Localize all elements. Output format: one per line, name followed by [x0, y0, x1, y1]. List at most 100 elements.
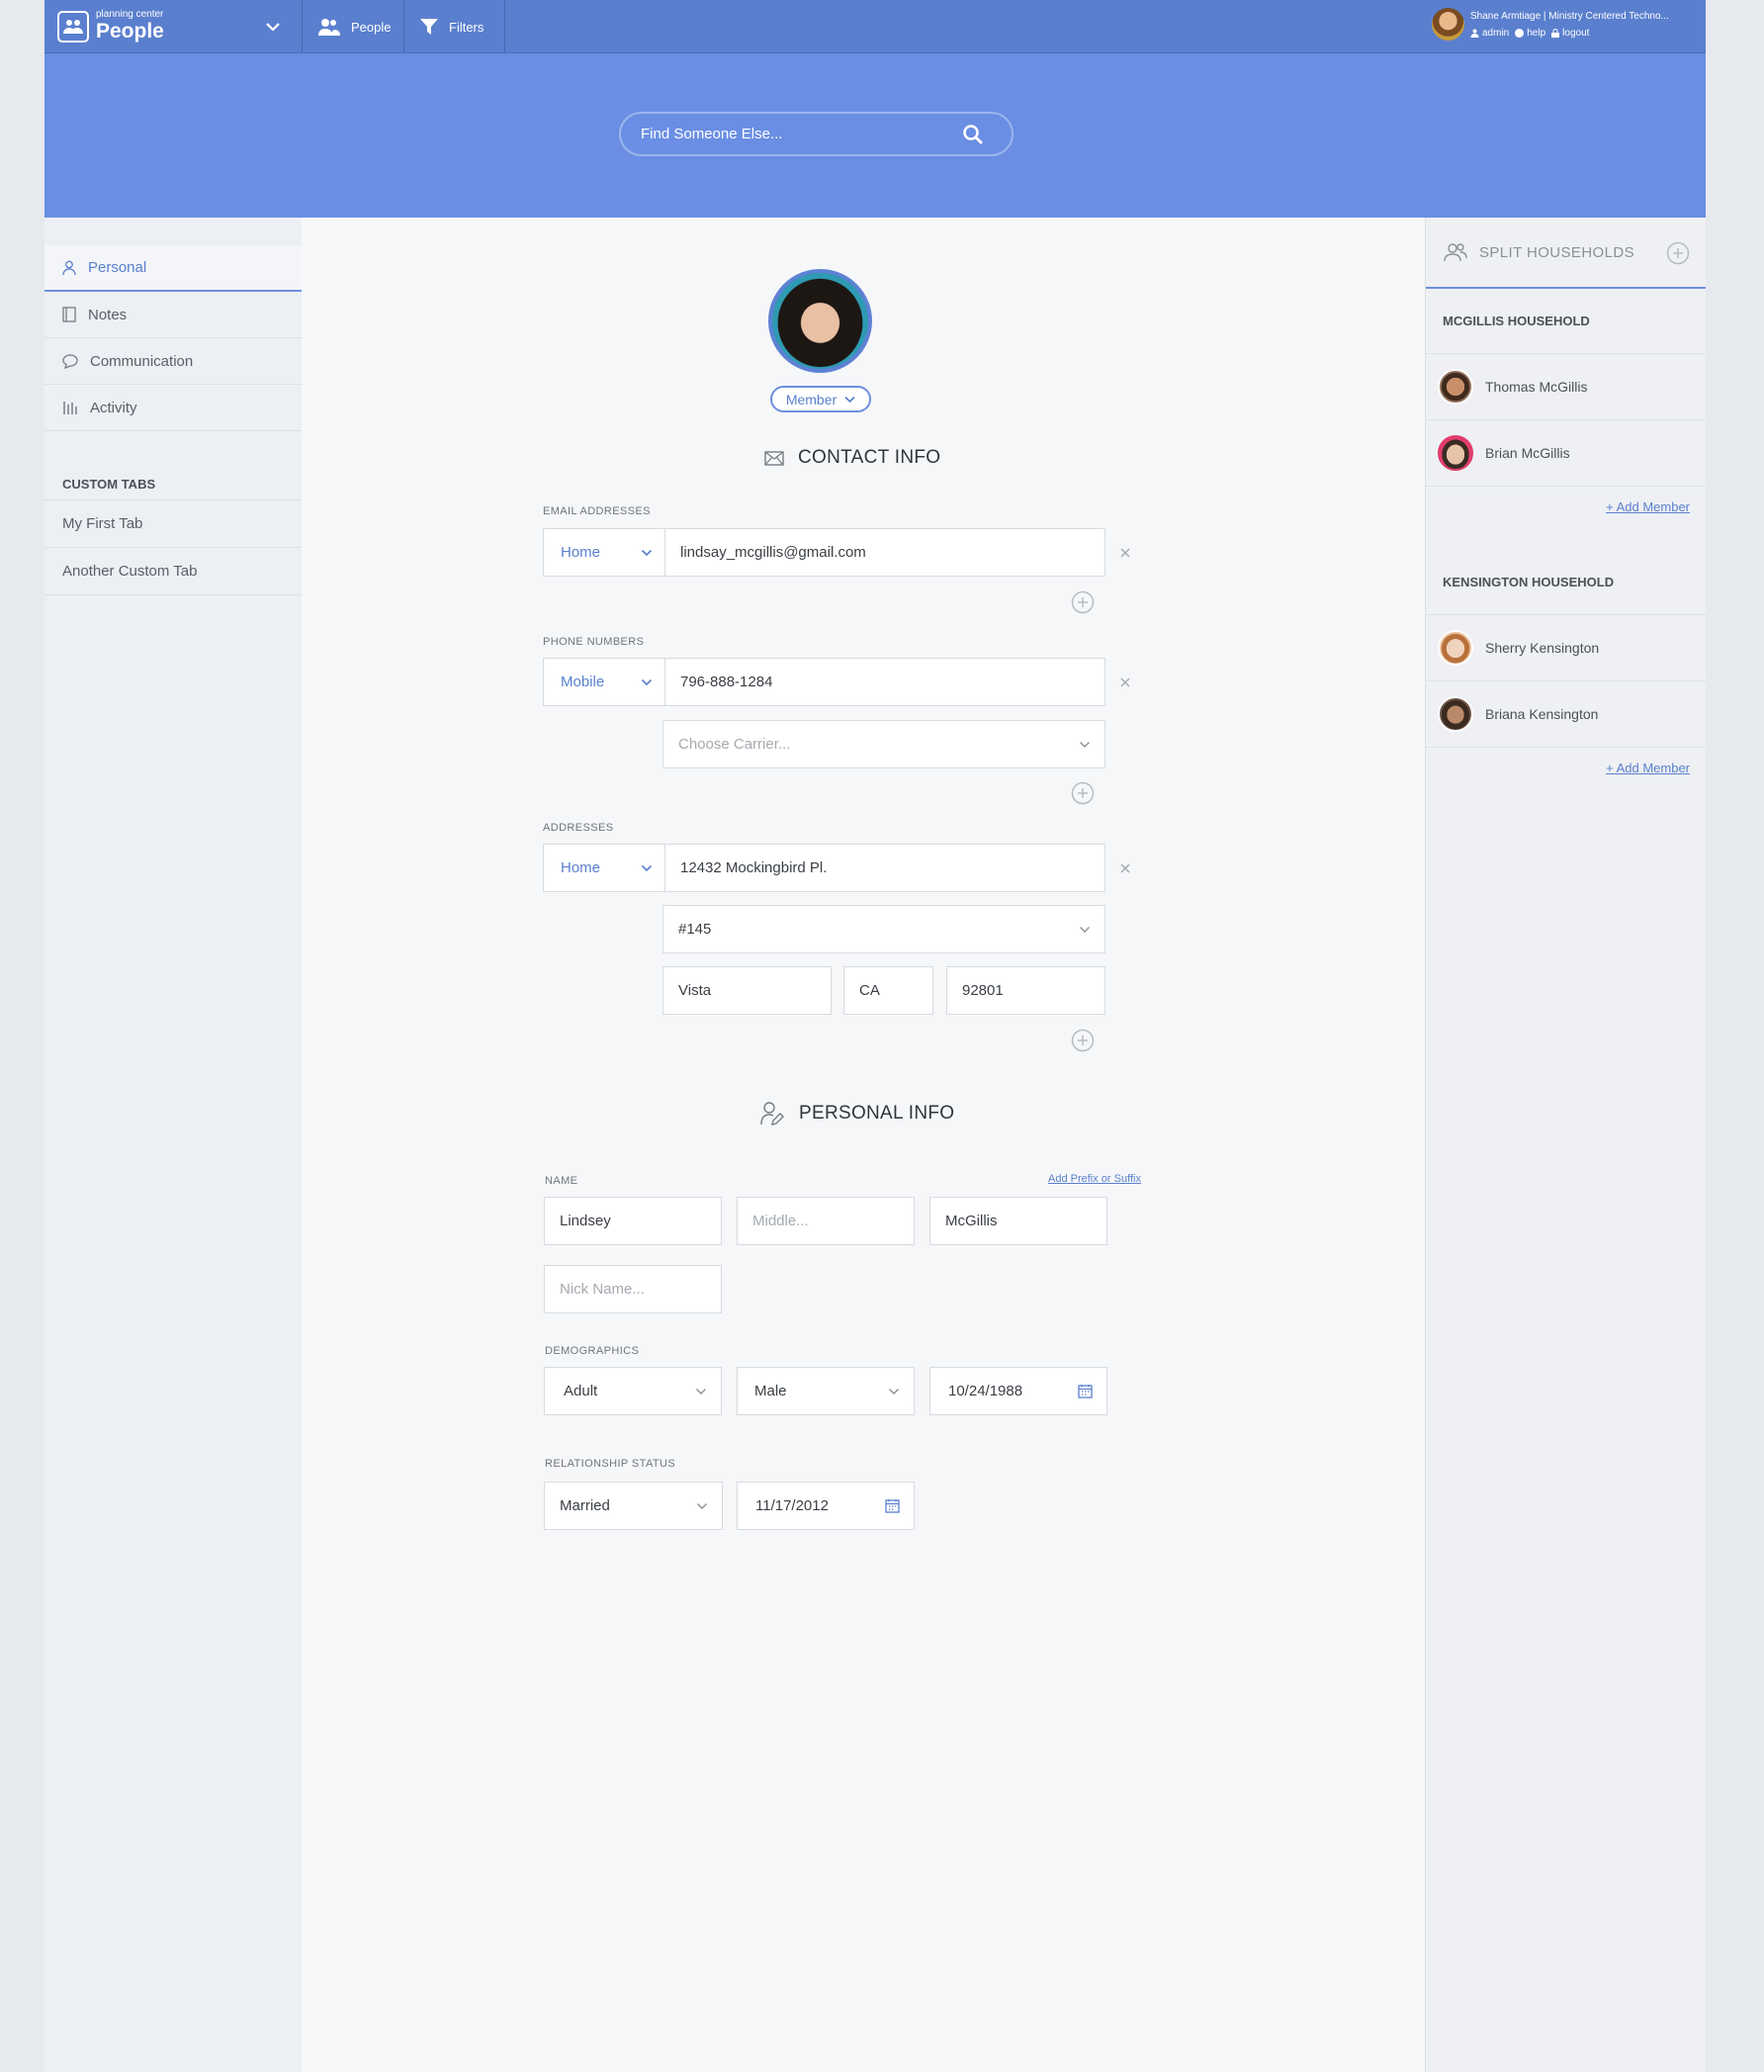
split-households-header: SPLIT HOUSEHOLDS — [1426, 218, 1706, 289]
user-avatar[interactable] — [1432, 8, 1464, 41]
carrier-placeholder: Choose Carrier... — [678, 736, 791, 753]
person-icon — [62, 260, 76, 275]
nav-filters-label: Filters — [449, 19, 485, 35]
avatar — [1438, 369, 1473, 405]
member-name: Sherry Kensington — [1485, 640, 1600, 656]
nav-people-label: People — [351, 19, 392, 35]
member-name: Brian McGillis — [1485, 445, 1570, 461]
help-icon — [1515, 29, 1525, 38]
membership-select[interactable]: Member — [770, 386, 871, 412]
personal-info-label: PERSONAL INFO — [799, 1103, 955, 1124]
add-prefix-suffix-link[interactable]: Add Prefix or Suffix — [1048, 1173, 1141, 1185]
last-name-value: McGillis — [945, 1213, 998, 1229]
household-title: KENSINGTON HOUSEHOLD — [1426, 550, 1706, 615]
households-panel: SPLIT HOUSEHOLDS MCGILLIS HOUSEHOLD Thom… — [1425, 218, 1706, 2072]
address-line2-field[interactable]: #145 — [662, 905, 1105, 953]
chevron-down-icon — [641, 678, 653, 686]
nav-people[interactable]: People — [304, 0, 404, 53]
state-field[interactable]: CA — [843, 966, 933, 1015]
search-input[interactable] — [641, 126, 937, 142]
city-field[interactable]: Vista — [662, 966, 832, 1015]
household-member[interactable]: Thomas McGillis — [1426, 354, 1706, 420]
phone-type-select[interactable]: Mobile — [543, 658, 665, 706]
member-name: Thomas McGillis — [1485, 379, 1588, 395]
address-line1-field[interactable]: 12432 Mockingbird Pl. — [664, 844, 1105, 892]
add-member-link[interactable]: + Add Member — [1426, 748, 1706, 787]
tab-my-first-tab[interactable]: My First Tab — [44, 500, 302, 548]
nickname-field[interactable]: Nick Name... — [544, 1265, 722, 1313]
household-gap — [1426, 526, 1706, 550]
remove-email-icon[interactable] — [1118, 546, 1132, 560]
app-window: planning center People People Filters Sh… — [44, 0, 1706, 2072]
tab-communication-label: Communication — [90, 352, 194, 370]
first-name-field[interactable]: Lindsey — [544, 1197, 722, 1245]
tab-personal[interactable]: Personal — [44, 245, 302, 292]
person-icon — [1470, 29, 1479, 38]
tab-communication[interactable]: Communication — [44, 338, 302, 385]
user-org: Shane Armtiage | Ministry Centered Techn… — [1470, 11, 1669, 22]
contact-info-label: CONTACT INFO — [798, 447, 941, 468]
middle-name-field[interactable]: Middle... — [737, 1197, 915, 1245]
tab-notes[interactable]: Notes — [44, 292, 302, 338]
anniversary-field[interactable]: 11/17/2012 — [737, 1482, 915, 1530]
tab-notes-label: Notes — [88, 306, 128, 323]
household-member[interactable]: Briana Kensington — [1426, 681, 1706, 748]
phone-field[interactable]: 796-888-1284 — [664, 658, 1105, 706]
calendar-icon[interactable] — [1078, 1384, 1093, 1398]
people-outline-icon — [1444, 243, 1467, 262]
household-member[interactable]: Sherry Kensington — [1426, 615, 1706, 681]
help-link[interactable]: help — [1515, 28, 1545, 39]
custom-tabs-heading: CUSTOM TABS — [44, 469, 302, 500]
last-name-field[interactable]: McGillis — [929, 1197, 1107, 1245]
left-nav: Personal Notes Communication Activity CU… — [44, 218, 302, 2072]
anniversary-value: 11/17/2012 — [755, 1497, 829, 1514]
admin-label: admin — [1482, 28, 1510, 39]
tab-another-custom-tab[interactable]: Another Custom Tab — [44, 548, 302, 595]
gender-select[interactable]: Male — [737, 1367, 915, 1415]
address-type-select[interactable]: Home — [543, 844, 665, 892]
add-household-icon[interactable] — [1666, 241, 1690, 265]
search-box[interactable] — [619, 112, 1014, 156]
birthdate-field[interactable]: 10/24/1988 — [929, 1367, 1107, 1415]
bar-chart-icon — [63, 402, 77, 414]
brand-small-text: planning center — [96, 9, 164, 20]
membership-label: Member — [785, 391, 838, 407]
admin-link[interactable]: admin — [1470, 28, 1509, 39]
tab-activity[interactable]: Activity — [44, 385, 302, 431]
profile-photo[interactable] — [768, 269, 872, 373]
chevron-down-icon — [696, 1389, 706, 1395]
logout-link[interactable]: logout — [1551, 28, 1589, 39]
carrier-select[interactable]: Choose Carrier... — [662, 720, 1105, 768]
gender-value: Male — [754, 1383, 787, 1399]
add-address-icon[interactable] — [1071, 1029, 1095, 1052]
city-value: Vista — [678, 982, 712, 999]
chevron-down-icon — [266, 23, 280, 32]
add-phone-icon[interactable] — [1071, 781, 1095, 805]
add-email-icon[interactable] — [1071, 590, 1095, 614]
middle-name-placeholder: Middle... — [752, 1213, 809, 1229]
zip-value: 92801 — [962, 982, 1004, 999]
tab-personal-label: Personal — [88, 259, 147, 276]
household-title: MCGILLIS HOUSEHOLD — [1426, 289, 1706, 354]
email-field[interactable]: lindsay_mcgillis@gmail.com — [664, 528, 1105, 577]
relationship-value: Married — [560, 1497, 610, 1514]
calendar-icon[interactable] — [885, 1498, 900, 1513]
nav-filters[interactable]: Filters — [405, 0, 505, 53]
search-icon[interactable] — [962, 124, 984, 145]
search-hero — [44, 53, 1706, 218]
filter-icon — [420, 19, 438, 35]
zip-field[interactable]: 92801 — [946, 966, 1105, 1015]
remove-address-icon[interactable] — [1118, 861, 1132, 875]
remove-phone-icon[interactable] — [1118, 676, 1132, 689]
chevron-down-icon — [889, 1389, 899, 1395]
tab-activity-label: Activity — [90, 399, 137, 416]
split-households-label: SPLIT HOUSEHOLDS — [1479, 243, 1635, 261]
phone-label: PHONE NUMBERS — [543, 636, 645, 648]
email-type-select[interactable]: Home — [543, 528, 665, 577]
household-member[interactable]: Brian McGillis — [1426, 420, 1706, 487]
app-switcher[interactable]: planning center People — [44, 0, 303, 53]
add-member-link[interactable]: + Add Member — [1426, 487, 1706, 526]
relationship-select[interactable]: Married — [544, 1482, 723, 1530]
age-group-select[interactable]: Adult — [544, 1367, 722, 1415]
